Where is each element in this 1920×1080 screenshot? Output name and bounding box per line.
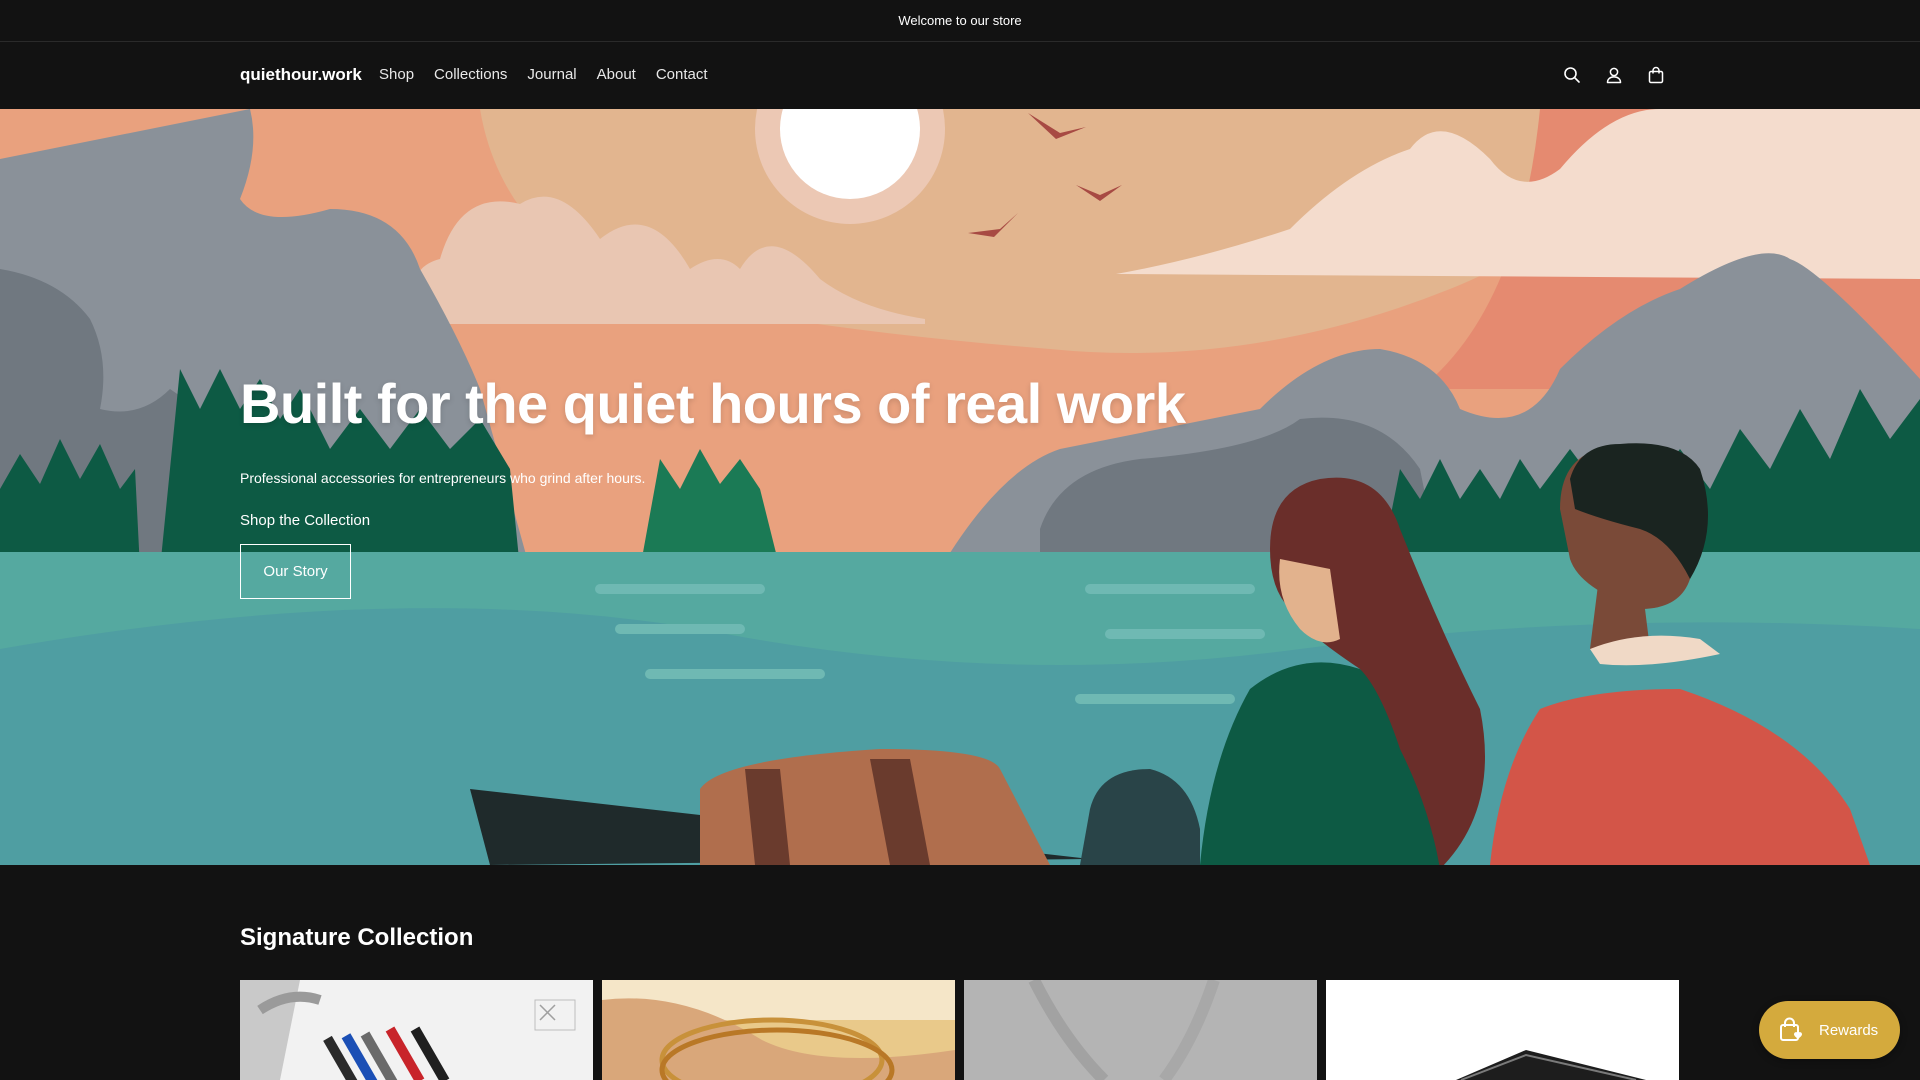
nav-contact[interactable]: Contact — [656, 66, 708, 83]
grey-product-image[interactable] — [964, 980, 1317, 1080]
main-nav: Shop Collections Journal About Contact — [379, 66, 728, 83]
store-logo[interactable]: quiethour.work — [240, 65, 362, 85]
pens-product-image[interactable] — [240, 980, 593, 1080]
hero-content: Built for the quiet hours of real work P… — [240, 371, 1186, 599]
shopping-bag-heart-icon — [1780, 1017, 1802, 1041]
announcement-bar: Welcome to our store — [0, 0, 1920, 42]
signature-collection-title: Signature Collection — [240, 924, 474, 951]
hero-title: Built for the quiet hours of real work — [240, 372, 1186, 435]
hero-illustration — [0, 109, 1920, 865]
search-icon[interactable] — [1560, 63, 1584, 87]
site-header: quiethour.work Shop Collections Journal … — [0, 43, 1920, 109]
rewards-label: Rewards — [1819, 1021, 1879, 1039]
bracelets-product-image[interactable] — [602, 980, 955, 1080]
cart-icon[interactable] — [1644, 63, 1668, 87]
our-story-button[interactable]: Our Story — [240, 544, 351, 599]
announcement-text: Welcome to our store — [898, 13, 1022, 28]
hero-banner: Built for the quiet hours of real work P… — [0, 109, 1920, 865]
nav-journal[interactable]: Journal — [527, 66, 576, 83]
rewards-button[interactable]: Rewards — [1759, 1001, 1900, 1059]
nav-about[interactable]: About — [597, 66, 636, 83]
nav-collections[interactable]: Collections — [434, 66, 507, 83]
hero-subtitle: Professional accessories for entrepreneu… — [240, 470, 646, 486]
box-product-image[interactable] — [1326, 980, 1679, 1080]
header-icons — [1560, 63, 1668, 87]
product-grid — [240, 980, 1679, 1080]
account-icon[interactable] — [1602, 63, 1626, 87]
shop-collection-link[interactable]: Shop the Collection — [240, 512, 370, 529]
nav-shop[interactable]: Shop — [379, 66, 414, 83]
